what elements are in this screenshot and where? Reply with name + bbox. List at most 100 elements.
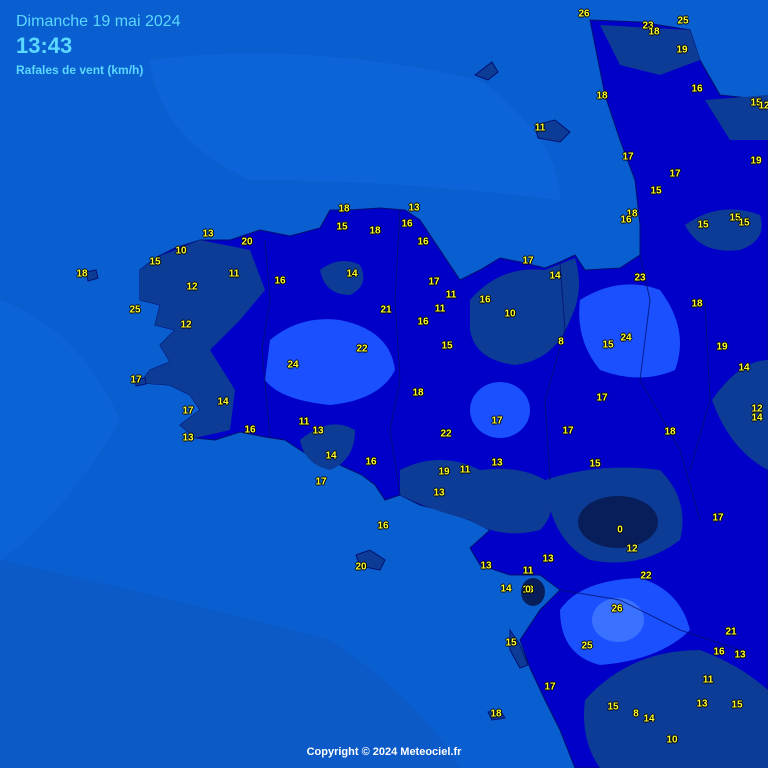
station-gust-label: 18 — [369, 225, 381, 237]
station-gust-label: 17 — [428, 276, 440, 288]
station-gust-label: 18 — [648, 26, 660, 38]
station-gust-label: 11 — [702, 674, 714, 686]
station-gust-label: 8 — [633, 708, 639, 720]
station-gust-label: 11 — [228, 268, 240, 280]
station-gust-label: 17 — [622, 151, 634, 163]
station-gust-label: 12 — [180, 319, 192, 331]
station-gust-label: 25 — [129, 304, 141, 316]
station-gust-label: 24 — [620, 332, 632, 344]
station-gust-label: 18 — [76, 268, 88, 280]
station-gust-label: 14 — [643, 713, 655, 725]
station-gust-label: 18 — [412, 387, 424, 399]
station-gust-label: 18 — [338, 203, 350, 215]
station-gust-label: 10 — [666, 734, 678, 746]
station-gust-label: 17 — [315, 476, 327, 488]
station-gust-label: 12 — [186, 281, 198, 293]
station-gust-label: 13 — [312, 425, 324, 437]
station-gust-label: 13 — [734, 649, 746, 661]
station-gust-label: 11 — [445, 289, 457, 301]
station-gust-label: 10 — [175, 245, 187, 257]
station-gust-label: 0 — [525, 584, 531, 596]
station-gust-label: 20 — [355, 561, 367, 573]
station-gust-label: 17 — [544, 681, 556, 693]
station-gust-label: 13 — [182, 432, 194, 444]
station-gust-label: 19 — [750, 155, 762, 167]
station-gust-label: 16 — [479, 294, 491, 306]
map-date: Dimanche 19 mai 2024 — [16, 13, 181, 30]
station-gust-label: 26 — [611, 603, 623, 615]
station-gust-label: 16 — [244, 424, 256, 436]
zone-calm-1 — [578, 496, 658, 548]
station-gust-label: 17 — [182, 405, 194, 417]
station-gust-label: 18 — [664, 426, 676, 438]
station-gust-label: 20 — [241, 236, 253, 248]
station-gust-label: 19 — [676, 44, 688, 56]
station-gust-label: 24 — [287, 359, 299, 371]
wind-gust-map — [0, 0, 768, 768]
station-gust-label: 13 — [433, 487, 445, 499]
station-gust-label: 17 — [669, 168, 681, 180]
station-gust-label: 18 — [490, 708, 502, 720]
station-gust-label: 16 — [274, 275, 286, 287]
station-gust-label: 23 — [634, 272, 646, 284]
zone-high-center-south — [470, 382, 530, 438]
station-gust-label: 22 — [356, 343, 368, 355]
station-gust-label: 16 — [417, 236, 429, 248]
station-gust-label: 15 — [336, 221, 348, 233]
station-gust-label: 14 — [738, 362, 750, 374]
station-gust-label: 15 — [589, 458, 601, 470]
station-gust-label: 19 — [716, 341, 728, 353]
station-gust-label: 17 — [596, 392, 608, 404]
station-gust-label: 25 — [677, 15, 689, 27]
station-gust-label: 14 — [549, 270, 561, 282]
station-gust-label: 11 — [434, 303, 446, 315]
station-gust-label: 26 — [578, 8, 590, 20]
station-gust-label: 15 — [731, 699, 743, 711]
station-gust-label: 15 — [607, 701, 619, 713]
station-gust-label: 17 — [712, 512, 724, 524]
station-gust-label: 16 — [713, 646, 725, 658]
station-gust-label: 15 — [441, 340, 453, 352]
station-gust-label: 17 — [522, 255, 534, 267]
copyright: Copyright © 2024 Meteociel.fr — [306, 746, 462, 758]
station-gust-label: 10 — [504, 308, 516, 320]
station-gust-label: 12 — [626, 543, 638, 555]
station-gust-label: 15 — [697, 219, 709, 231]
station-gust-label: 12 — [758, 100, 768, 112]
station-gust-label: 22 — [640, 570, 652, 582]
station-gust-label: 14 — [500, 583, 512, 595]
map-subtitle: Rafales de vent (km/h) — [16, 63, 144, 77]
station-gust-label: 13 — [202, 228, 214, 240]
station-gust-label: 14 — [751, 412, 763, 424]
station-gust-label: 15 — [738, 217, 750, 229]
station-gust-label: 14 — [325, 450, 337, 462]
station-gust-label: 16 — [417, 316, 429, 328]
station-gust-label: 15 — [149, 256, 161, 268]
station-gust-label: 13 — [480, 560, 492, 572]
station-gust-label: 11 — [522, 565, 534, 577]
station-gust-label: 14 — [346, 268, 358, 280]
station-gust-label: 22 — [440, 428, 452, 440]
station-gust-label: 21 — [725, 626, 737, 638]
station-gust-label: 11 — [534, 122, 546, 134]
station-gust-label: 16 — [365, 456, 377, 468]
map-time: 13:43 — [16, 33, 73, 58]
station-gust-label: 17 — [130, 374, 142, 386]
station-gust-label: 18 — [691, 298, 703, 310]
station-gust-label: 13 — [491, 457, 503, 469]
station-gust-label: 13 — [696, 698, 708, 710]
station-gust-label: 14 — [217, 396, 229, 408]
station-gust-label: 17 — [562, 425, 574, 437]
station-gust-label: 15 — [650, 185, 662, 197]
station-gust-label: 11 — [459, 464, 471, 476]
station-gust-label: 11 — [298, 416, 310, 428]
station-gust-label: 19 — [438, 466, 450, 478]
station-gust-label: 8 — [558, 336, 564, 348]
station-gust-label: 0 — [617, 524, 623, 536]
station-gust-label: 15 — [602, 339, 614, 351]
station-gust-label: 25 — [581, 640, 593, 652]
station-gust-label: 16 — [691, 83, 703, 95]
station-gust-label: 17 — [491, 415, 503, 427]
station-gust-label: 13 — [542, 553, 554, 565]
station-gust-label: 16 — [401, 218, 413, 230]
